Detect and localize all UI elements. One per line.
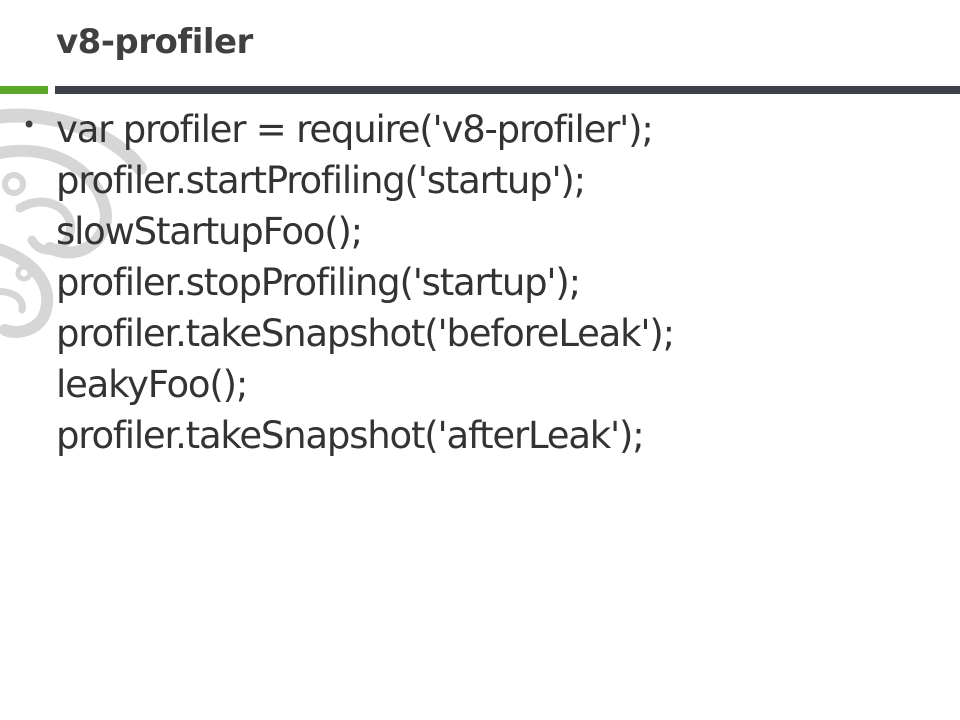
bullet-list: • var profiler = require('v8-profiler');… xyxy=(18,104,938,461)
slide: v8-profiler • var profiler = require('v8… xyxy=(0,0,960,720)
slide-title: v8-profiler xyxy=(56,22,253,62)
code-block: var profiler = require('v8-profiler'); p… xyxy=(56,104,938,461)
code-line: var profiler = require('v8-profiler'); xyxy=(56,108,654,151)
title-rule-accent xyxy=(0,86,48,94)
title-rule xyxy=(55,86,960,94)
bullet-marker: • xyxy=(22,111,37,139)
code-line: profiler.takeSnapshot('beforeLeak'); xyxy=(56,312,675,355)
code-line: profiler.stopProfiling('startup'); xyxy=(56,261,581,304)
code-line: slowStartupFoo(); xyxy=(56,210,363,253)
code-line: profiler.startProfiling('startup'); xyxy=(56,159,586,202)
code-line: leakyFoo(); xyxy=(56,363,248,406)
code-line: profiler.takeSnapshot('afterLeak'); xyxy=(56,414,645,457)
